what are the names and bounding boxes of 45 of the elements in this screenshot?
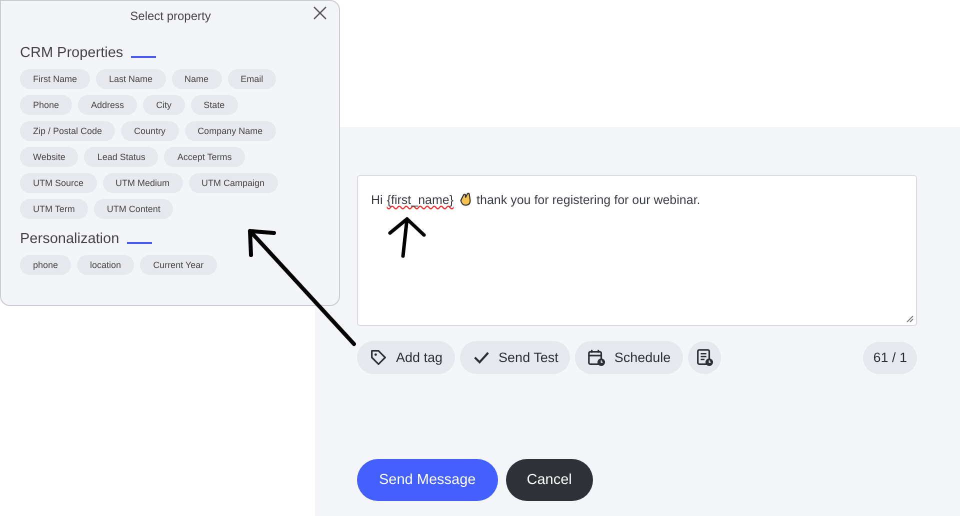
template-button[interactable]: [688, 341, 721, 374]
property-chip[interactable]: Name: [172, 69, 222, 89]
merge-tag: {first_name}: [386, 192, 454, 206]
property-chip[interactable]: UTM Source: [20, 173, 97, 193]
calendar-clock-icon: [587, 348, 606, 367]
toolbar-button[interactable]: Send Test: [460, 341, 570, 374]
toolbar-button[interactable]: Schedule: [575, 341, 683, 374]
document-clock-icon: [694, 348, 714, 367]
tag-icon: [369, 348, 388, 367]
heading-underline: [131, 56, 156, 58]
property-chip[interactable]: Website: [20, 147, 78, 167]
section-heading: CRM Properties: [20, 45, 124, 61]
property-chip[interactable]: UTM Term: [20, 199, 88, 219]
property-chip[interactable]: UTM Content: [94, 199, 174, 219]
toolbar-button[interactable]: Add tag: [357, 341, 455, 374]
message-field[interactable]: Hi {first_name} thank you for registering for our webinar.: [357, 175, 917, 326]
property-chip[interactable]: Address: [78, 95, 138, 115]
send-button[interactable]: Send Message: [357, 459, 498, 501]
clapping-hands-icon: [458, 192, 473, 207]
heading-underline: [127, 242, 152, 244]
property-chip[interactable]: location: [77, 255, 134, 275]
property-chip[interactable]: Accept Terms: [164, 147, 245, 167]
property-chip[interactable]: phone: [20, 255, 72, 275]
message-text: thank you for registering for our webinar.: [476, 192, 700, 206]
property-chip[interactable]: Country: [121, 121, 179, 141]
message-text: Hi: [371, 192, 383, 206]
property-chip[interactable]: First Name: [20, 69, 90, 89]
close-icon[interactable]: [313, 6, 327, 20]
property-chip[interactable]: Company Name: [184, 121, 276, 141]
property-chip[interactable]: State: [190, 95, 238, 115]
arrow: [388, 217, 426, 258]
property-chip[interactable]: UTM Campaign: [188, 173, 278, 193]
property-chip[interactable]: UTM Medium: [102, 173, 183, 193]
property-chip[interactable]: City: [143, 95, 185, 115]
property-chip[interactable]: Last Name: [96, 69, 166, 89]
property-chip[interactable]: Lead Status: [84, 147, 158, 167]
property-chip[interactable]: Phone: [20, 95, 72, 115]
cancel-button[interactable]: Cancel: [506, 459, 593, 501]
popup-title: Select property: [129, 9, 212, 23]
character-counter: 61 / 1: [863, 342, 917, 374]
property-chip[interactable]: Email: [228, 69, 276, 89]
section-heading: Personalization: [20, 231, 120, 247]
property-chip[interactable]: Zip / Postal Code: [20, 121, 116, 141]
property-chip[interactable]: Current Year: [140, 255, 217, 275]
resize-handle-icon[interactable]: [906, 315, 914, 323]
